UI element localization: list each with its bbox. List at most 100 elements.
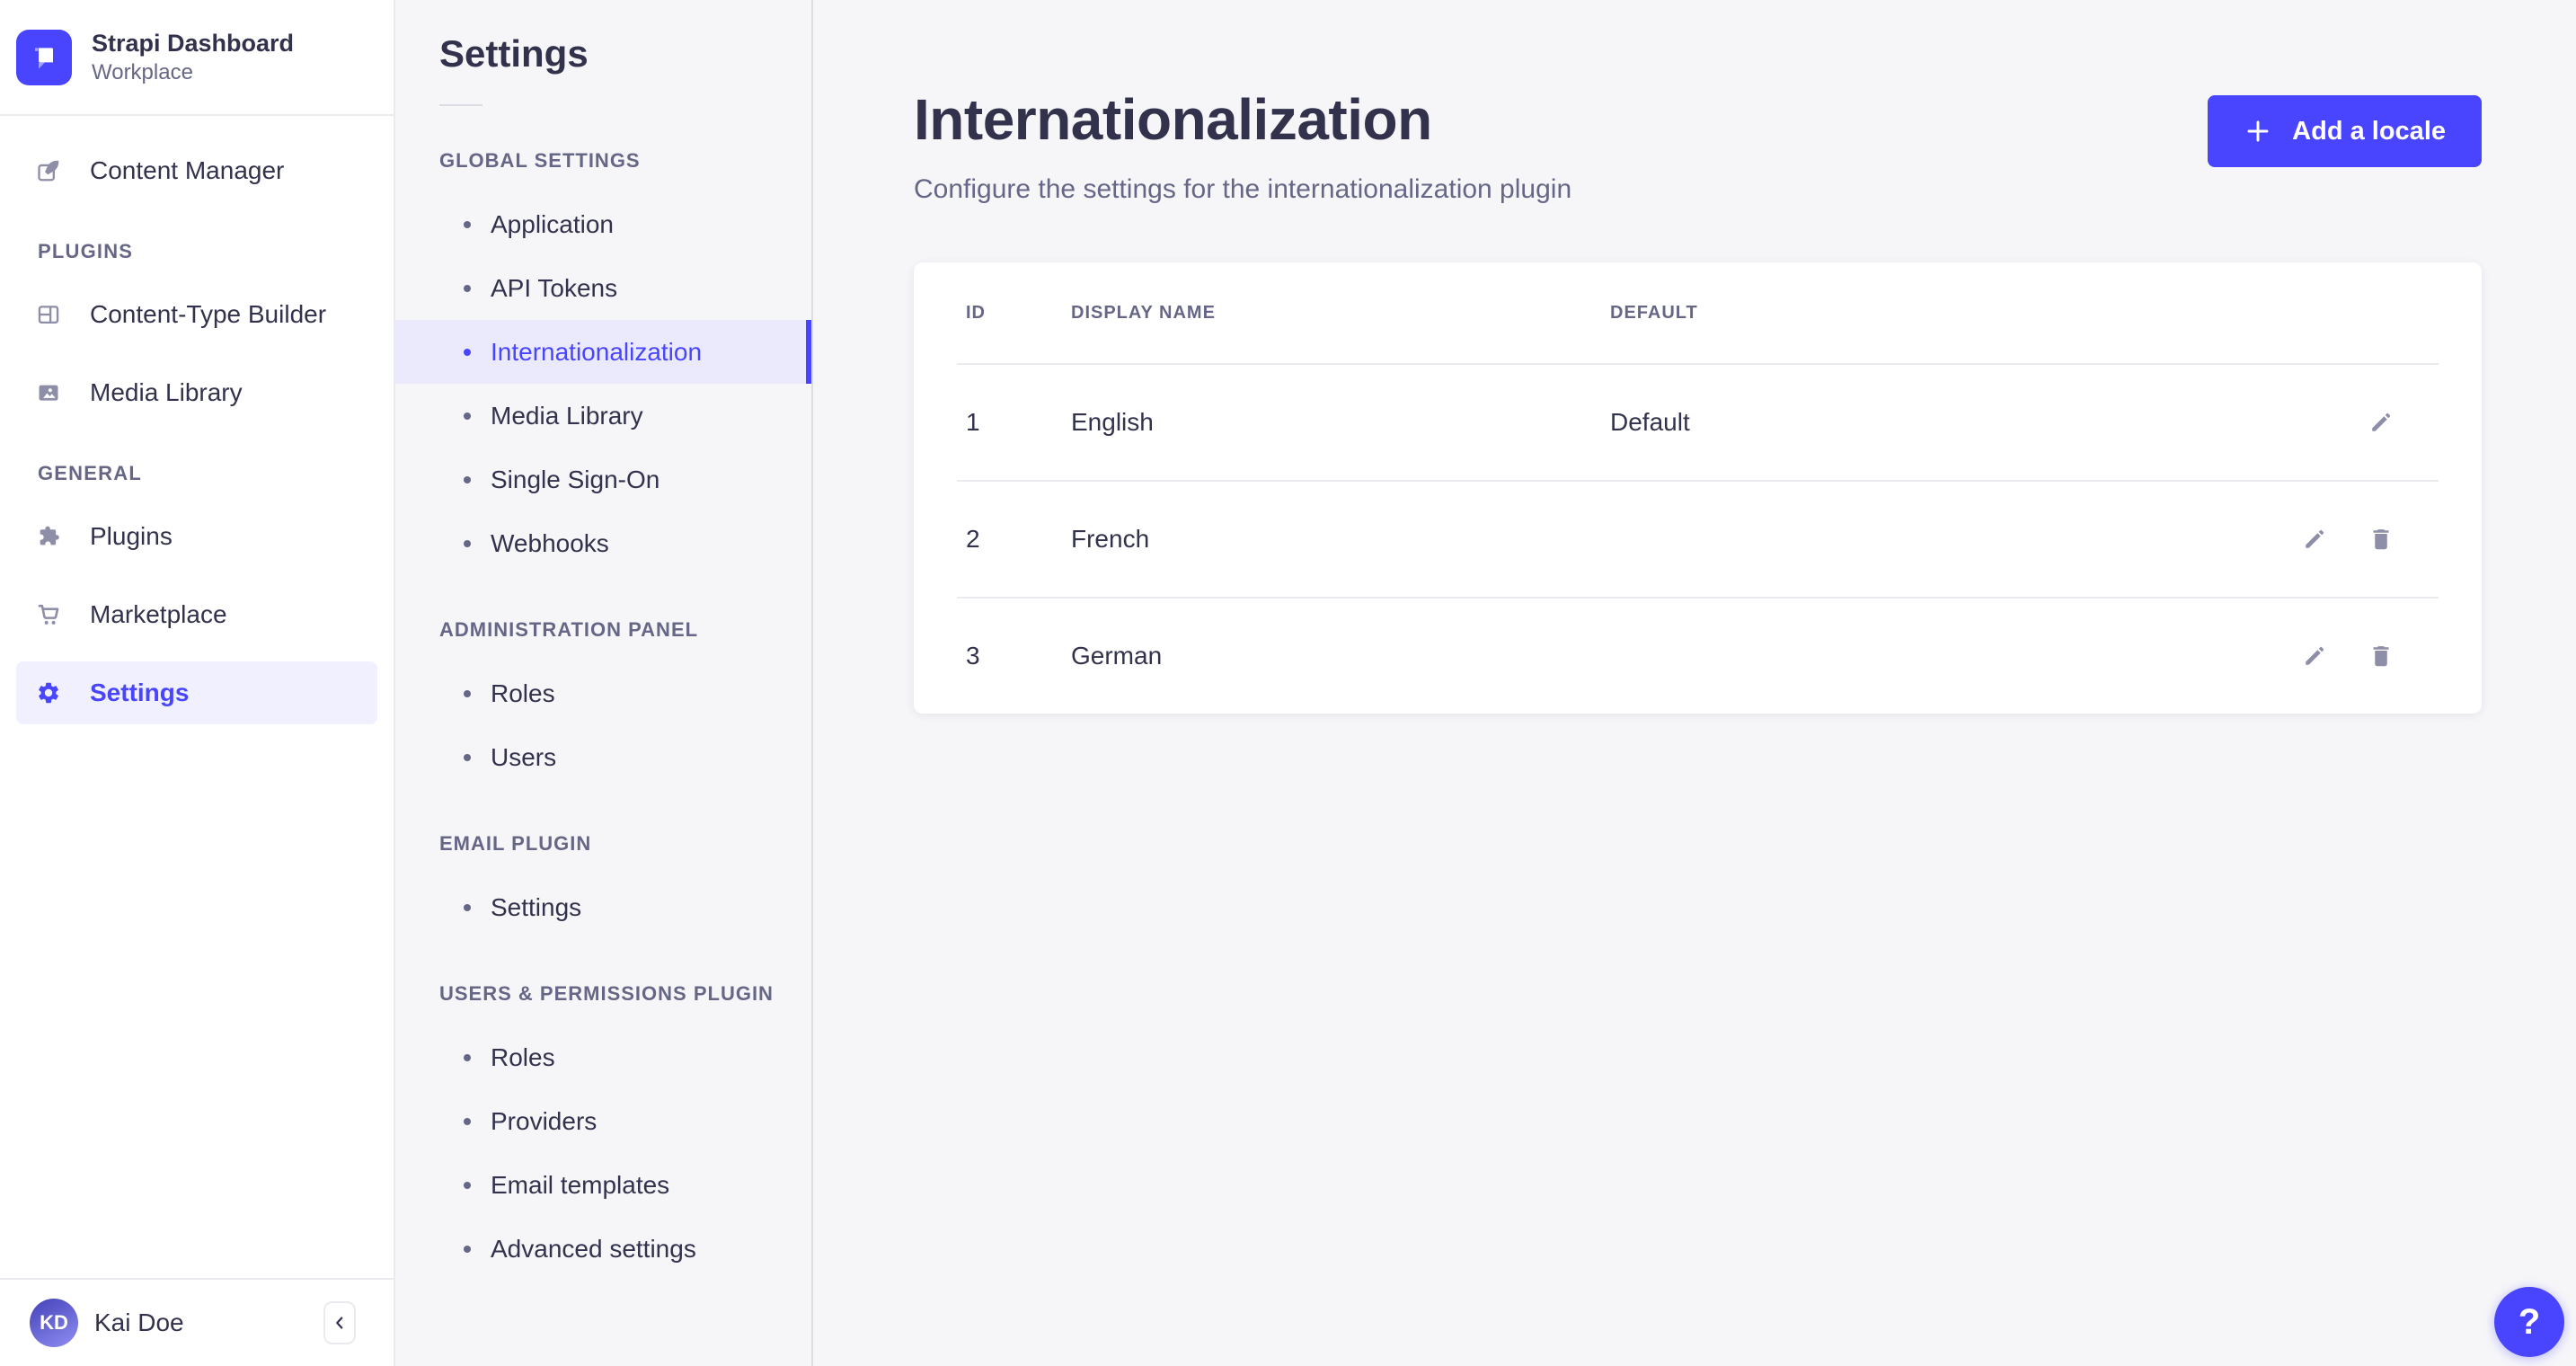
- subnav-list: Settings: [395, 875, 811, 939]
- add-locale-button[interactable]: Add a locale: [2208, 95, 2482, 167]
- sidebar-item-media-library[interactable]: Media Library: [16, 361, 377, 424]
- delete-locale-button[interactable]: [2363, 638, 2399, 674]
- subnav-item-providers[interactable]: Providers: [395, 1089, 811, 1153]
- row-actions: [2250, 638, 2439, 674]
- bullet-icon: [464, 1245, 471, 1253]
- strapi-logo-icon: [16, 29, 72, 85]
- locale-id: 3: [966, 642, 980, 670]
- locale-id: 1: [966, 408, 980, 437]
- subnav-item-label: Roles: [491, 679, 555, 707]
- add-locale-button-label: Add a locale: [2292, 116, 2446, 146]
- subnav-item-internationalization[interactable]: Internationalization: [395, 320, 811, 384]
- subnav-item-label: API Tokens: [491, 273, 618, 302]
- collapse-sidebar-button[interactable]: [323, 1301, 356, 1344]
- user-name: Kai Doe: [94, 1308, 184, 1336]
- row-actions: [2250, 521, 2439, 557]
- locale-id: 2: [966, 525, 980, 554]
- table-row: 2 French: [957, 480, 2439, 597]
- nav-section-plugins: PLUGINS: [38, 240, 134, 263]
- help-button[interactable]: ?: [2494, 1287, 2564, 1357]
- workspace-brand[interactable]: Strapi Dashboard Workplace: [0, 0, 394, 114]
- subnav-item-label: Roles: [491, 1042, 555, 1071]
- sidebar-item-settings[interactable]: Settings: [16, 661, 377, 725]
- subnav-item-up-roles[interactable]: Roles: [395, 1025, 811, 1089]
- subnav-list: Roles Users: [395, 661, 811, 789]
- table-row: 3 German: [957, 597, 2439, 714]
- locales-table: ID DISPLAY NAME DEFAULT 1 English Defaul…: [914, 262, 2482, 714]
- subnav-title: Settings: [439, 32, 589, 75]
- sidebar-item-label: Plugins: [90, 522, 173, 551]
- avatar[interactable]: KD: [30, 1299, 78, 1347]
- bullet-icon: [464, 689, 471, 697]
- bullet-icon: [464, 753, 471, 761]
- trash-icon: [2368, 643, 2395, 670]
- sidebar-item-label: Media Library: [90, 378, 243, 407]
- sidebar-footer: KD Kai Doe: [0, 1278, 394, 1366]
- edit-locale-button[interactable]: [2297, 638, 2333, 674]
- page-subtitle: Configure the settings for the internati…: [914, 174, 1572, 205]
- subnav-item-single-sign-on[interactable]: Single Sign-On: [395, 448, 811, 511]
- pencil-icon: [2301, 526, 2328, 553]
- subnav-section-email-plugin: EMAIL PLUGIN: [439, 832, 592, 855]
- subnav-item-roles[interactable]: Roles: [395, 661, 811, 725]
- sidebar-item-label: Marketplace: [90, 600, 227, 629]
- main-nav: Content Manager PLUGINS Content-Type Bui…: [0, 116, 394, 1278]
- gear-icon: [36, 680, 61, 705]
- subnav-item-label: Internationalization: [491, 337, 703, 366]
- workspace-title: Strapi Dashboard: [92, 30, 295, 57]
- row-actions: [2250, 404, 2439, 440]
- sidebar-item-label: Settings: [90, 679, 190, 707]
- subnav-list: Application API Tokens Internationalizat…: [395, 192, 811, 575]
- bullet-icon: [464, 1117, 471, 1125]
- subnav-item-label: Providers: [491, 1106, 598, 1135]
- subnav-item-label: Single Sign-On: [491, 465, 660, 493]
- subnav-item-application[interactable]: Application: [395, 192, 811, 256]
- subnav-list: Roles Providers Email templates Advanced…: [395, 1025, 811, 1281]
- bullet-icon: [464, 220, 471, 228]
- locale-default-badge: Default: [1610, 408, 1690, 437]
- bullet-icon: [464, 348, 471, 356]
- workspace-subtitle: Workplace: [92, 60, 193, 85]
- bullet-icon: [464, 903, 471, 911]
- edit-locale-button[interactable]: [2297, 521, 2333, 557]
- pencil-icon: [2301, 643, 2328, 670]
- sidebar-item-content-type-builder[interactable]: Content-Type Builder: [16, 283, 377, 346]
- column-header-id: ID: [966, 302, 986, 323]
- table-row: 1 English Default: [957, 363, 2439, 480]
- question-mark-icon: ?: [2518, 1301, 2541, 1342]
- locale-display-name: German: [1071, 642, 1163, 670]
- subnav-item-label: Webhooks: [491, 528, 609, 557]
- sidebar-item-marketplace[interactable]: Marketplace: [16, 583, 377, 646]
- subnav-section-users-permissions-plugin: USERS & PERMISSIONS PLUGIN: [439, 982, 774, 1005]
- subnav-item-users[interactable]: Users: [395, 725, 811, 789]
- trash-icon: [2368, 526, 2395, 553]
- subnav-section-global-settings: GLOBAL SETTINGS: [439, 149, 641, 172]
- subnav-item-api-tokens[interactable]: API Tokens: [395, 256, 811, 320]
- nav-section-general: GENERAL: [38, 462, 142, 485]
- table-header-row: ID DISPLAY NAME DEFAULT: [957, 262, 2439, 363]
- edit-locale-button[interactable]: [2363, 404, 2399, 440]
- column-header-display-name: DISPLAY NAME: [1071, 302, 1216, 323]
- content-type-builder-icon: [36, 302, 61, 327]
- plugins-icon: [36, 524, 61, 549]
- sidebar-item-plugins[interactable]: Plugins: [16, 505, 377, 568]
- main-content: Internationalization Configure the setti…: [813, 0, 2576, 1366]
- subnav-item-media-library[interactable]: Media Library: [395, 384, 811, 448]
- subnav-item-label: Email templates: [491, 1170, 670, 1199]
- subnav-item-label: Advanced settings: [491, 1234, 696, 1263]
- sidebar-item-label: Content Manager: [90, 156, 285, 185]
- subnav-item-email-settings[interactable]: Settings: [395, 875, 811, 939]
- media-library-icon: [36, 380, 61, 405]
- divider: [439, 104, 482, 106]
- bullet-icon: [464, 412, 471, 420]
- bullet-icon: [464, 539, 471, 547]
- column-header-default: DEFAULT: [1610, 302, 1698, 323]
- locale-display-name: English: [1071, 408, 1154, 437]
- sidebar-item-content-manager[interactable]: Content Manager: [16, 139, 377, 202]
- subnav-item-webhooks[interactable]: Webhooks: [395, 511, 811, 575]
- bullet-icon: [464, 1181, 471, 1189]
- delete-locale-button[interactable]: [2363, 521, 2399, 557]
- subnav-item-advanced-settings[interactable]: Advanced settings: [395, 1217, 811, 1281]
- subnav-item-label: Users: [491, 742, 557, 771]
- subnav-item-email-templates[interactable]: Email templates: [395, 1153, 811, 1217]
